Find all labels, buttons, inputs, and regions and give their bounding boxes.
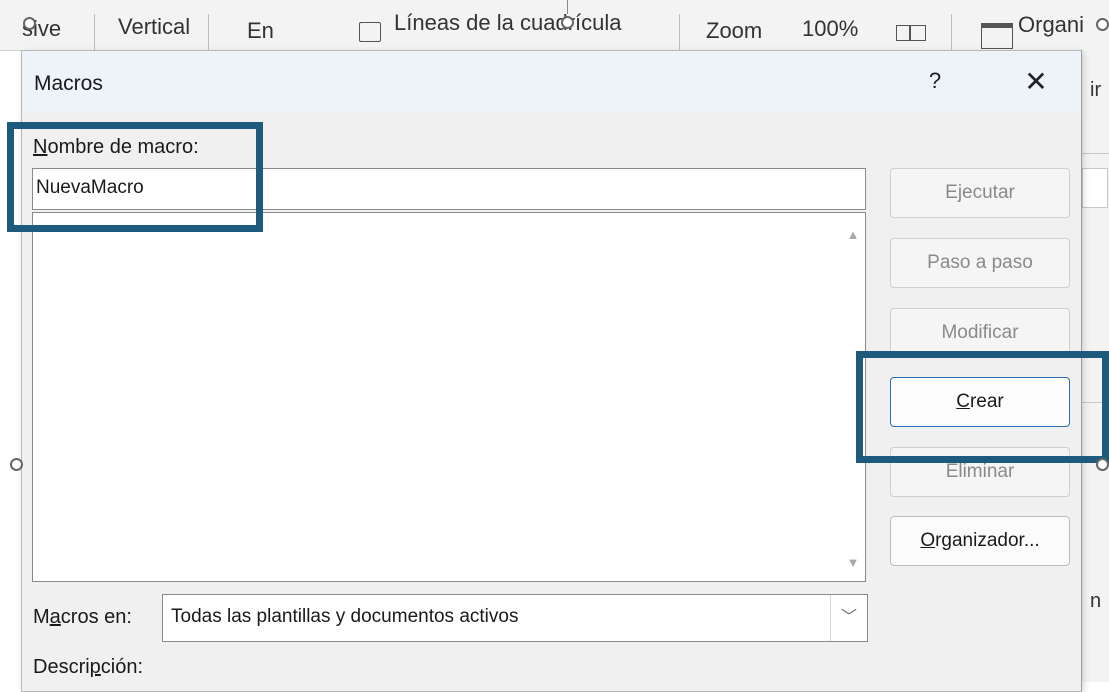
label-text: Descri [33,656,90,678]
selection-handle[interactable] [561,16,574,29]
highlight-macro-name [7,122,263,232]
close-icon[interactable]: ✕ [1018,65,1054,99]
step-into-button[interactable]: Paso a paso [890,238,1070,288]
highlight-create-button [856,351,1109,463]
label-text: ción: [100,656,144,678]
run-button[interactable]: Ejecutar [890,168,1070,218]
ribbon-right-box [1082,168,1108,208]
dialog-titlebar[interactable]: Macros ? ✕ [22,51,1081,113]
macros-in-select[interactable]: Todas las plantillas y documentos activo… [162,594,868,642]
ribbon-separator [679,14,680,50]
organizer-button[interactable]: Organizador... [890,516,1070,566]
selection-handle[interactable] [1096,458,1109,471]
triangle-up-icon[interactable]: ▲ [843,227,863,243]
description-label: Descripción: [33,656,143,679]
accelerator-letter: O [920,530,936,551]
ribbon-item-zoom-100[interactable]: 100% [802,16,858,42]
macros-in-value: Todas las plantillas y documentos activo… [171,606,519,627]
ribbon: sive Vertical En Líneas de la cuadrícula… [0,0,1109,51]
question-mark-icon[interactable]: ? [919,65,951,97]
ribbon-item-zoom[interactable]: Zoom [706,18,762,44]
chevron-down-icon[interactable]: ﹀ [830,595,867,641]
triangle-down-icon[interactable]: ▼ [843,555,863,571]
selection-handle[interactable] [1096,18,1109,31]
macros-in-label: Macros en: [33,606,132,629]
selection-tick [567,0,568,14]
dialog-title: Macros [34,72,103,95]
ribbon-divider [1080,153,1109,154]
ribbon-item-vertical[interactable]: Vertical [118,14,190,40]
accelerator-letter: a [49,606,61,628]
ribbon-right-text: ir [1090,79,1102,101]
organize-icon[interactable] [981,23,1013,49]
label-text: M [33,606,50,628]
accelerator-letter: p [89,656,101,678]
button-label: rganizador... [935,530,1040,551]
ribbon-separator [951,14,952,50]
ribbon-separator [208,14,209,50]
view-grid-icon[interactable] [896,25,926,41]
label-text: cros en: [60,606,132,628]
selection-handle[interactable] [10,458,23,471]
macro-list[interactable]: ▲ ▼ [32,212,866,582]
ribbon-right-text-lower: n [1090,590,1102,612]
gridlines-checkbox[interactable] [359,22,381,42]
ribbon-item-gridlines[interactable]: Líneas de la cuadrícula [394,10,622,36]
selection-handle[interactable] [23,17,36,30]
ribbon-item-en[interactable]: En [247,18,274,44]
ribbon-separator [94,14,95,50]
ribbon-item-organizar[interactable]: Organi [1018,12,1084,38]
